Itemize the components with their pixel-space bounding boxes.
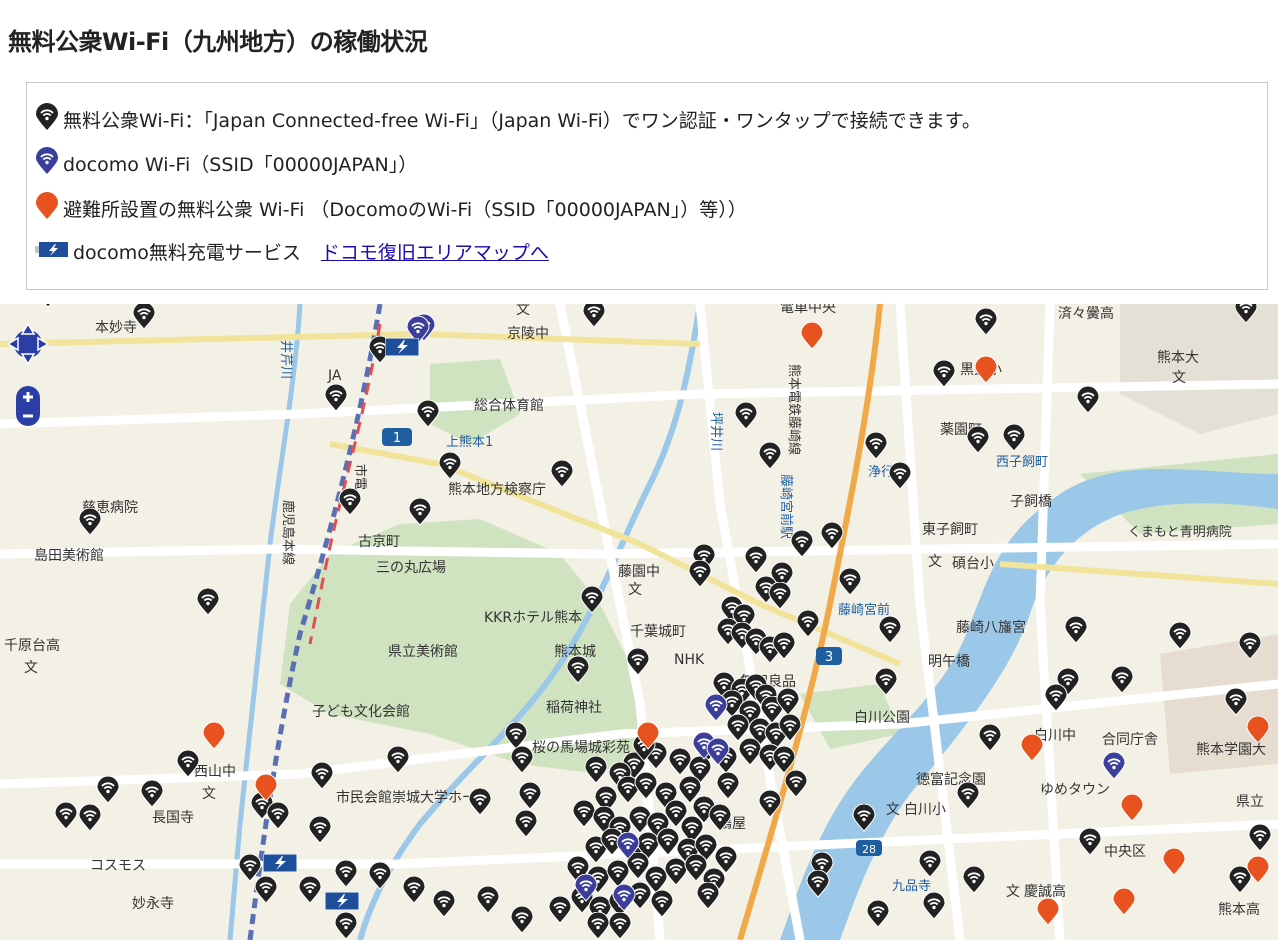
map-label: 藤崎宮前 xyxy=(838,602,890,618)
map-label: 白川公園 xyxy=(854,710,910,726)
legend-docomo-wifi-text: docomo Wi-Fi（SSID「00000JAPAN」） xyxy=(63,154,418,176)
map-label: NHK xyxy=(674,652,705,668)
map-label: 藤園中 xyxy=(618,564,660,580)
legend-shelter-wifi-text: 避難所設置の無料公衆 Wi-Fi （DocomoのWi-Fi（SSID「0000… xyxy=(63,199,747,221)
map-label: 総合体育館 xyxy=(474,397,544,414)
legend-row-charge: docomo無料充電サービス ドコモ復旧エリアマップへ xyxy=(35,238,549,265)
map-label: 藤崎宮前駅 xyxy=(778,474,794,539)
map-label: 電車中央 xyxy=(780,304,836,316)
map-label: 京陵中 xyxy=(507,326,549,342)
map-label: 熊本電鉄藤崎線 xyxy=(786,364,802,455)
map-navigation-control xyxy=(4,316,52,436)
map-label: 桜の馬場城彩苑 xyxy=(532,740,630,756)
map-label: 文 xyxy=(24,660,38,676)
map-label: 文 xyxy=(516,304,530,318)
map-label: 西子飼町 xyxy=(996,455,1048,470)
map-label: 慶誠高 xyxy=(1024,883,1066,900)
map-label: 市電 xyxy=(352,464,368,490)
legend-public-wifi-text: 無料公衆Wi-Fi：「Japan Connected-free Wi-Fi」（J… xyxy=(63,110,981,132)
map-label: 鹿児島本線 xyxy=(280,500,296,565)
map-label: 子ども文化会館 xyxy=(312,703,410,720)
public-wifi-marker-icon xyxy=(35,103,59,136)
map-label: 藤崎八旛宮 xyxy=(956,620,1026,636)
pan-control[interactable] xyxy=(6,322,50,366)
map-label: KKRホテル熊本 xyxy=(484,610,582,626)
legend-row-shelter-wifi: 避難所設置の無料公衆 Wi-Fi （DocomoのWi-Fi（SSID「0000… xyxy=(35,192,747,225)
map-label: 千葉城町 xyxy=(630,624,686,640)
shelter-wifi-marker-icon xyxy=(35,192,59,225)
map-label: 坪井川 xyxy=(708,412,723,451)
map-label: 古京町 xyxy=(358,534,400,550)
wifi-map[interactable]: 1 3 28 本妙寺 京陵中 電車中央 済々黌高 熊本大 総合体育館 上熊本1 … xyxy=(0,304,1278,940)
map-label: 白川小 xyxy=(904,802,946,818)
map-label: 本妙寺 xyxy=(95,320,137,336)
page-title: 無料公衆Wi-Fi（九州地方）の稼働状況 xyxy=(8,28,428,56)
route-3-label: 3 xyxy=(825,650,833,665)
map-label: くまもと青明病院 xyxy=(1128,525,1232,540)
route-1-label: 1 xyxy=(393,431,401,446)
map-label: 西山中 xyxy=(194,764,236,780)
map-label: 県立美術館 xyxy=(388,643,458,660)
map-label: 長国寺 xyxy=(152,810,194,826)
map-label: 済々黌高 xyxy=(1058,305,1114,322)
map-label: 井芹川 xyxy=(278,340,293,379)
map-label: 文 xyxy=(628,582,642,598)
map-label: 九品寺 xyxy=(892,879,931,894)
map-label: 三の丸広場 xyxy=(376,560,446,576)
map-label: 妙永寺 xyxy=(132,896,174,912)
map-label: 明午橋 xyxy=(928,654,970,670)
map-label: 文 xyxy=(1006,884,1020,900)
map-label: 子飼橋 xyxy=(1010,494,1052,510)
map-label: 文 xyxy=(886,802,900,818)
map-label: 熊本大 xyxy=(1157,350,1199,366)
charge-service-icon xyxy=(35,240,69,263)
legend-row-public-wifi: 無料公衆Wi-Fi：「Japan Connected-free Wi-Fi」（J… xyxy=(35,103,981,136)
map-label: 県立 xyxy=(1236,794,1264,810)
map-label: 市民会館崇城大学ホール xyxy=(336,789,490,806)
docomo-wifi-marker-icon xyxy=(35,147,59,180)
charge-service-marker[interactable] xyxy=(385,338,419,356)
map-label: 熊本地方検察庁 xyxy=(448,481,546,498)
legend-charge-text: docomo無料充電サービス xyxy=(73,242,301,264)
map-label: 島田美術館 xyxy=(34,547,104,564)
legend-row-docomo-wifi: docomo Wi-Fi（SSID「00000JAPAN」） xyxy=(35,147,417,180)
map-label: コスモス xyxy=(90,858,146,874)
map-label: 文 xyxy=(1172,370,1186,386)
map-label: 合同庁舎 xyxy=(1102,732,1158,748)
map-label: 文 xyxy=(202,786,216,802)
map-label: 熊本学園大 xyxy=(1196,742,1266,758)
zoom-control[interactable] xyxy=(16,386,40,426)
map-label: 上熊本1 xyxy=(446,434,493,450)
map-label: 千原台高 xyxy=(4,637,60,654)
map-label: 稲荷神社 xyxy=(546,700,602,716)
charge-service-marker[interactable] xyxy=(325,892,359,910)
map-label: 中央区 xyxy=(1104,844,1146,860)
map-label: ゆめタウン xyxy=(1040,782,1110,798)
map-label: 文 xyxy=(928,554,942,570)
docomo-recovery-map-link[interactable]: ドコモ復旧エリアマップへ xyxy=(321,238,549,265)
map-label: JA xyxy=(327,368,342,384)
charge-service-marker[interactable] xyxy=(263,854,297,872)
map-label: 東子飼町 xyxy=(922,522,978,538)
route-28-label: 28 xyxy=(862,843,876,856)
map-label: 熊本高 xyxy=(1218,901,1260,918)
legend-box: 無料公衆Wi-Fi：「Japan Connected-free Wi-Fi」（J… xyxy=(26,82,1268,290)
map-label: 碩台小 xyxy=(952,556,994,572)
